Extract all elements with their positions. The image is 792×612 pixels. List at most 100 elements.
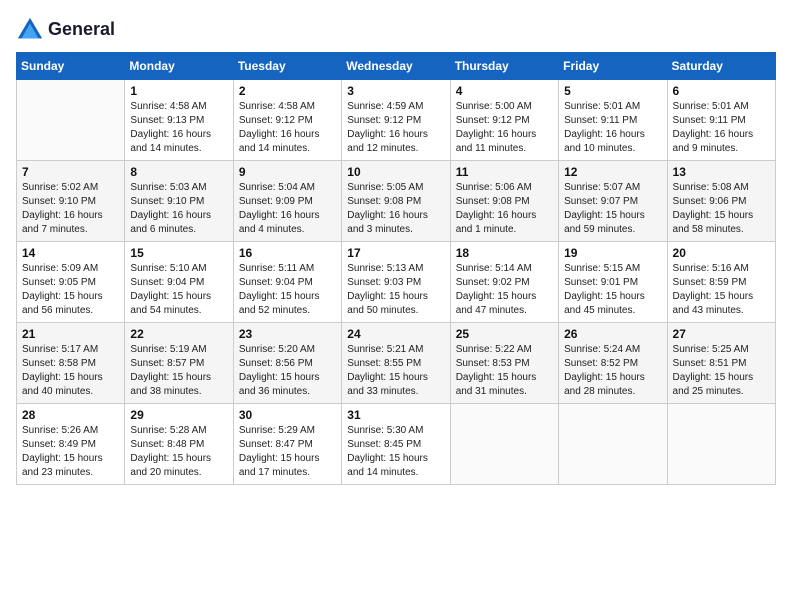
day-number: 13 — [673, 165, 770, 179]
calendar-cell: 11Sunrise: 5:06 AM Sunset: 9:08 PM Dayli… — [450, 161, 558, 242]
day-number: 6 — [673, 84, 770, 98]
day-number: 22 — [130, 327, 227, 341]
calendar-week-row: 1 Sunrise: 4:58 AM Sunset: 9:13 PM Daylig… — [17, 80, 776, 161]
day-number: 5 — [564, 84, 661, 98]
day-number: 26 — [564, 327, 661, 341]
day-number: 19 — [564, 246, 661, 260]
weekday-header: Thursday — [450, 53, 558, 80]
weekday-header: Sunday — [17, 53, 125, 80]
calendar-cell: 16 Sunrise: 5:11 AM Sunset: 9:04 PM Dayli… — [233, 242, 341, 323]
day-info: Sunrise: 5:25 AM Sunset: 8:51 PM Dayligh… — [673, 343, 770, 399]
day-number: 17 — [347, 246, 444, 260]
calendar-cell: 26 Sunrise: 5:24 AM Sunset: 8:52 PM Dayli… — [559, 323, 667, 404]
day-number: 7 — [22, 165, 119, 179]
day-number: 10 — [347, 165, 444, 179]
calendar-cell: 3Sunrise: 4:59 AM Sunset: 9:12 PM Daylig… — [342, 80, 450, 161]
day-info: Sunrise: 5:08 AM Sunset: 9:06 PM Dayligh… — [673, 181, 770, 237]
day-info: Sunrise: 5:01 AM Sunset: 9:11 PM Dayligh… — [673, 100, 770, 156]
calendar-table: SundayMondayTuesdayWednesdayThursdayFrid… — [16, 52, 776, 485]
day-info: Sunrise: 5:07 AM Sunset: 9:07 PM Dayligh… — [564, 181, 661, 237]
calendar-cell: 21 Sunrise: 5:17 AM Sunset: 8:58 PM Dayli… — [17, 323, 125, 404]
calendar-week-row: 28 Sunrise: 5:26 AM Sunset: 8:49 PM Dayli… — [17, 404, 776, 485]
day-info: Sunrise: 5:11 AM Sunset: 9:04 PM Dayligh… — [239, 262, 336, 318]
day-number: 11 — [456, 165, 553, 179]
calendar-cell: 20 Sunrise: 5:16 AM Sunset: 8:59 PM Dayli… — [667, 242, 775, 323]
calendar-cell: 7Sunrise: 5:02 AM Sunset: 9:10 PM Daylig… — [17, 161, 125, 242]
day-number: 15 — [130, 246, 227, 260]
day-info: Sunrise: 5:22 AM Sunset: 8:53 PM Dayligh… — [456, 343, 553, 399]
day-info: Sunrise: 4:58 AM Sunset: 9:13 PM Dayligh… — [130, 100, 227, 156]
calendar-cell: 29 Sunrise: 5:28 AM Sunset: 8:48 PM Dayli… — [125, 404, 233, 485]
calendar-cell — [667, 404, 775, 485]
weekday-header: Monday — [125, 53, 233, 80]
day-number: 18 — [456, 246, 553, 260]
day-info: Sunrise: 5:16 AM Sunset: 8:59 PM Dayligh… — [673, 262, 770, 318]
day-info: Sunrise: 5:21 AM Sunset: 8:55 PM Dayligh… — [347, 343, 444, 399]
calendar-week-row: 14 Sunrise: 5:09 AM Sunset: 9:05 PM Dayli… — [17, 242, 776, 323]
calendar-cell: 24 Sunrise: 5:21 AM Sunset: 8:55 PM Dayli… — [342, 323, 450, 404]
calendar-cell: 25 Sunrise: 5:22 AM Sunset: 8:53 PM Dayli… — [450, 323, 558, 404]
logo-text: General — [48, 20, 115, 40]
day-info: Sunrise: 4:59 AM Sunset: 9:12 PM Dayligh… — [347, 100, 444, 156]
day-number: 21 — [22, 327, 119, 341]
day-info: Sunrise: 5:26 AM Sunset: 8:49 PM Dayligh… — [22, 424, 119, 480]
calendar-cell: 18 Sunrise: 5:14 AM Sunset: 9:02 PM Dayli… — [450, 242, 558, 323]
calendar-cell: 2Sunrise: 4:58 AM Sunset: 9:12 PM Daylig… — [233, 80, 341, 161]
day-number: 12 — [564, 165, 661, 179]
day-info: Sunrise: 5:04 AM Sunset: 9:09 PM Dayligh… — [239, 181, 336, 237]
day-number: 30 — [239, 408, 336, 422]
day-info: Sunrise: 5:28 AM Sunset: 8:48 PM Dayligh… — [130, 424, 227, 480]
day-number: 14 — [22, 246, 119, 260]
calendar-cell — [17, 80, 125, 161]
weekday-header: Saturday — [667, 53, 775, 80]
day-number: 25 — [456, 327, 553, 341]
calendar-cell: 13 Sunrise: 5:08 AM Sunset: 9:06 PM Dayli… — [667, 161, 775, 242]
day-info: Sunrise: 5:30 AM Sunset: 8:45 PM Dayligh… — [347, 424, 444, 480]
day-info: Sunrise: 5:09 AM Sunset: 9:05 PM Dayligh… — [22, 262, 119, 318]
day-info: Sunrise: 5:24 AM Sunset: 8:52 PM Dayligh… — [564, 343, 661, 399]
day-number: 31 — [347, 408, 444, 422]
calendar-cell: 8Sunrise: 5:03 AM Sunset: 9:10 PM Daylig… — [125, 161, 233, 242]
day-number: 1 — [130, 84, 227, 98]
weekday-header: Wednesday — [342, 53, 450, 80]
day-info: Sunrise: 5:00 AM Sunset: 9:12 PM Dayligh… — [456, 100, 553, 156]
day-info: Sunrise: 5:14 AM Sunset: 9:02 PM Dayligh… — [456, 262, 553, 318]
day-number: 20 — [673, 246, 770, 260]
day-info: Sunrise: 5:17 AM Sunset: 8:58 PM Dayligh… — [22, 343, 119, 399]
calendar-week-row: 7Sunrise: 5:02 AM Sunset: 9:10 PM Daylig… — [17, 161, 776, 242]
day-number: 29 — [130, 408, 227, 422]
calendar-cell: 17 Sunrise: 5:13 AM Sunset: 9:03 PM Dayli… — [342, 242, 450, 323]
day-info: Sunrise: 5:10 AM Sunset: 9:04 PM Dayligh… — [130, 262, 227, 318]
calendar-week-row: 21 Sunrise: 5:17 AM Sunset: 8:58 PM Dayli… — [17, 323, 776, 404]
calendar-cell: 31 Sunrise: 5:30 AM Sunset: 8:45 PM Dayli… — [342, 404, 450, 485]
calendar-cell: 5 Sunrise: 5:01 AM Sunset: 9:11 PM Daylig… — [559, 80, 667, 161]
day-info: Sunrise: 5:15 AM Sunset: 9:01 PM Dayligh… — [564, 262, 661, 318]
calendar-cell: 15 Sunrise: 5:10 AM Sunset: 9:04 PM Dayli… — [125, 242, 233, 323]
calendar-cell: 12 Sunrise: 5:07 AM Sunset: 9:07 PM Dayli… — [559, 161, 667, 242]
day-info: Sunrise: 5:13 AM Sunset: 9:03 PM Dayligh… — [347, 262, 444, 318]
day-number: 16 — [239, 246, 336, 260]
calendar-cell: 9Sunrise: 5:04 AM Sunset: 9:09 PM Daylig… — [233, 161, 341, 242]
day-info: Sunrise: 5:01 AM Sunset: 9:11 PM Dayligh… — [564, 100, 661, 156]
day-number: 28 — [22, 408, 119, 422]
day-info: Sunrise: 5:05 AM Sunset: 9:08 PM Dayligh… — [347, 181, 444, 237]
calendar-cell: 22 Sunrise: 5:19 AM Sunset: 8:57 PM Dayli… — [125, 323, 233, 404]
calendar-header-row: SundayMondayTuesdayWednesdayThursdayFrid… — [17, 53, 776, 80]
day-number: 8 — [130, 165, 227, 179]
day-number: 23 — [239, 327, 336, 341]
calendar-cell: 6 Sunrise: 5:01 AM Sunset: 9:11 PM Daylig… — [667, 80, 775, 161]
day-number: 27 — [673, 327, 770, 341]
logo-icon — [16, 16, 44, 44]
calendar-cell: 10 Sunrise: 5:05 AM Sunset: 9:08 PM Dayli… — [342, 161, 450, 242]
weekday-header: Friday — [559, 53, 667, 80]
page-header: General — [16, 16, 776, 44]
calendar-cell: 27 Sunrise: 5:25 AM Sunset: 8:51 PM Dayli… — [667, 323, 775, 404]
calendar-cell: 14 Sunrise: 5:09 AM Sunset: 9:05 PM Dayli… — [17, 242, 125, 323]
weekday-header: Tuesday — [233, 53, 341, 80]
calendar-cell: 30 Sunrise: 5:29 AM Sunset: 8:47 PM Dayli… — [233, 404, 341, 485]
day-info: Sunrise: 5:19 AM Sunset: 8:57 PM Dayligh… — [130, 343, 227, 399]
day-info: Sunrise: 5:29 AM Sunset: 8:47 PM Dayligh… — [239, 424, 336, 480]
day-info: Sunrise: 4:58 AM Sunset: 9:12 PM Dayligh… — [239, 100, 336, 156]
day-number: 24 — [347, 327, 444, 341]
calendar-cell: 28 Sunrise: 5:26 AM Sunset: 8:49 PM Dayli… — [17, 404, 125, 485]
